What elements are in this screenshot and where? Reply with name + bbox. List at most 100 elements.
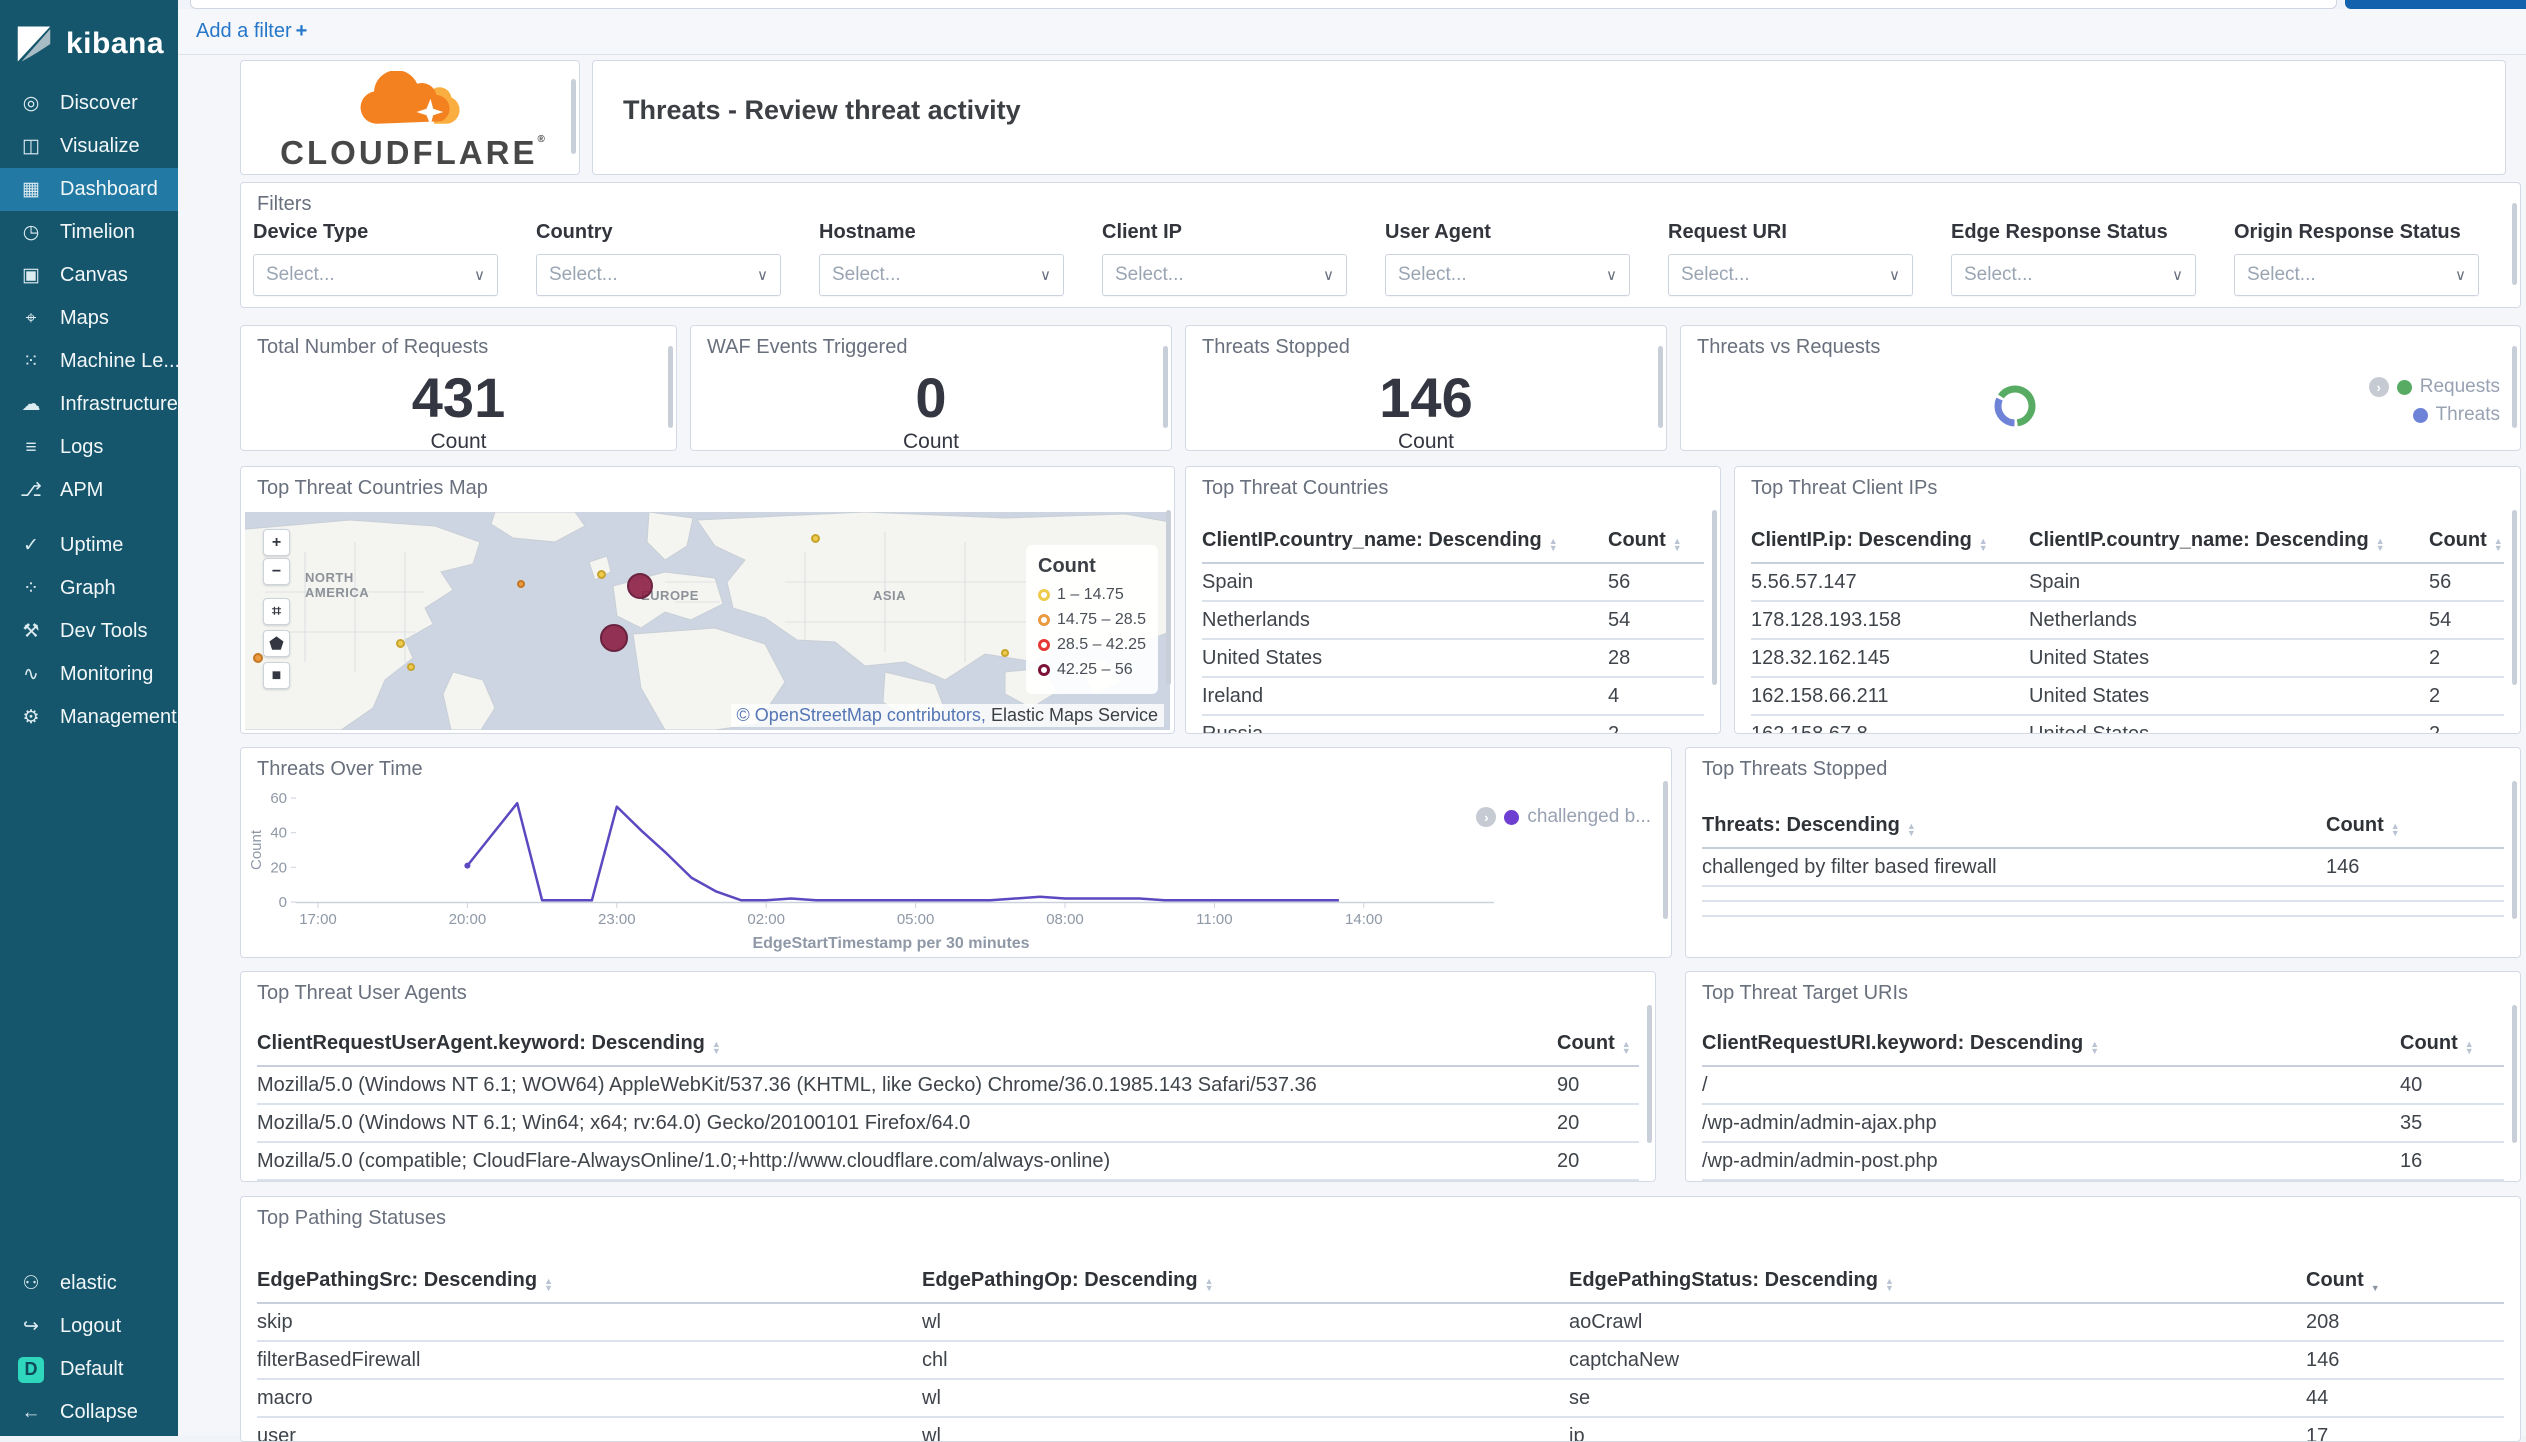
legend-expand-icon[interactable]: ›: [2368, 377, 2389, 397]
scrollbar[interactable]: [2512, 202, 2517, 285]
map-data-point[interactable]: [517, 580, 525, 588]
legend-label[interactable]: Threats: [2436, 404, 2500, 426]
sidebar-item-apm[interactable]: ⎇ APM: [0, 469, 178, 512]
filters-row: Device Type Select... ∨ Country Select... ∨ Ho…: [253, 221, 2517, 296]
map-data-point[interactable]: [407, 663, 415, 671]
sidebar-item-label: elastic: [60, 1272, 117, 1294]
column-header[interactable]: ClientRequestURI.keyword: Descending ▲ ▼: [1702, 1024, 2400, 1067]
map-zoom-out-button[interactable]: −: [263, 558, 290, 585]
filter-label: Origin Response Status: [2234, 221, 2461, 243]
sidebar-item-canvas[interactable]: ▣ Canvas: [0, 254, 178, 297]
table-cell: Spain: [1202, 563, 1608, 602]
sidebar-item-label: Collapse: [60, 1401, 138, 1423]
legend-expand-icon[interactable]: ›: [1476, 807, 1497, 827]
filter-select[interactable]: Select... ∨: [2234, 254, 2479, 296]
filter-label: Client IP: [1102, 221, 1183, 243]
table-row: /40: [1702, 1066, 2504, 1105]
column-header[interactable]: ClientIP.country_name: Descending ▲ ▼: [2029, 521, 2429, 564]
scrollbar[interactable]: [1663, 781, 1668, 920]
column-header[interactable]: EdgePathingOp: Descending ▲ ▼: [922, 1261, 1569, 1304]
map-data-point[interactable]: [627, 573, 653, 599]
column-header[interactable]: Count▲▼: [2306, 1261, 2504, 1304]
column-header[interactable]: Count▲▼: [2326, 806, 2504, 849]
table-cell: /: [1702, 1066, 2400, 1105]
scrollbar[interactable]: [1658, 345, 1663, 428]
scrollbar[interactable]: [1166, 509, 1171, 686]
sidebar-item-dev-tools[interactable]: ⚒ Dev Tools: [0, 610, 178, 653]
legend-label[interactable]: Requests: [2420, 376, 2500, 398]
threats-vs-requests-donut[interactable]: [1987, 378, 2043, 434]
map-crop-tool-button[interactable]: ⌗: [263, 598, 290, 625]
column-header[interactable]: ClientRequestUserAgent.keyword: Descendi…: [257, 1024, 1557, 1067]
column-header[interactable]: ClientIP.ip: Descending ▲ ▼: [1751, 521, 2029, 564]
scrollbar[interactable]: [1712, 509, 1717, 686]
svg-text:60: 60: [270, 790, 287, 807]
scrollbar[interactable]: [1647, 1005, 1652, 1144]
scrollbar[interactable]: [2512, 781, 2517, 920]
sidebar-item-maps[interactable]: ⌖ Maps: [0, 297, 178, 340]
map-data-point[interactable]: [600, 624, 628, 652]
sidebar-item-default[interactable]: D Default: [0, 1348, 178, 1391]
sidebar-item-infrastructure[interactable]: ☁ Infrastructure: [0, 383, 178, 426]
column-header[interactable]: EdgePathingSrc: Descending ▲ ▼: [257, 1261, 922, 1304]
sidebar-item-visualize[interactable]: ◫ Visualize: [0, 125, 178, 168]
map-rect-tool-button[interactable]: ■: [263, 662, 290, 689]
sidebar-item-label: Management: [60, 706, 177, 728]
filter-select[interactable]: Select... ∨: [819, 254, 1064, 296]
legend-label[interactable]: challenged b...: [1527, 806, 1651, 828]
map-data-point[interactable]: [395, 638, 405, 648]
client-ips-title: Top Threat Client IPs: [1751, 477, 1938, 499]
scrollbar[interactable]: [668, 345, 673, 428]
filter-select[interactable]: Select... ∨: [1951, 254, 2196, 296]
sidebar-item-discover[interactable]: ◎ Discover: [0, 82, 178, 125]
sidebar-item-logout[interactable]: ↪ Logout: [0, 1305, 178, 1348]
map-data-point[interactable]: [253, 653, 263, 663]
filter-select[interactable]: Select... ∨: [1102, 254, 1347, 296]
table-row: 5.56.57.147 Spain 56: [1751, 563, 2504, 602]
sidebar-item-logs[interactable]: ≡ Logs: [0, 426, 178, 469]
map-data-point[interactable]: [810, 533, 820, 543]
filters-panel-title: Filters: [257, 193, 312, 215]
table-row: user wl ip 17: [257, 1417, 2504, 1441]
sidebar-item-uptime[interactable]: ✓ Uptime: [0, 524, 178, 567]
map-region-label: ASIA: [873, 588, 907, 603]
filter-select[interactable]: Select... ∨: [253, 254, 498, 296]
sidebar-item-collapse[interactable]: ← Collapse: [0, 1391, 178, 1434]
sidebar-item-monitoring[interactable]: ∿ Monitoring: [0, 653, 178, 696]
scrollbar[interactable]: [2512, 345, 2517, 428]
sidebar-item-graph[interactable]: ⁘ Graph: [0, 567, 178, 610]
map-data-point[interactable]: [1001, 649, 1009, 657]
column-header[interactable]: Count▲▼: [1608, 521, 1704, 564]
scrollbar[interactable]: [571, 79, 576, 154]
column-header[interactable]: EdgePathingStatus: Descending ▲ ▼: [1569, 1261, 2306, 1304]
filter-select[interactable]: Select... ∨: [1668, 254, 1913, 296]
sidebar-item-dashboard[interactable]: ▦ Dashboard: [0, 168, 178, 211]
column-header[interactable]: Count▲▼: [1557, 1024, 1639, 1067]
filter-select[interactable]: Select... ∨: [536, 254, 781, 296]
column-header[interactable]: Count▲▼: [2429, 521, 2504, 564]
filter-select[interactable]: Select... ∨: [1385, 254, 1630, 296]
column-header[interactable]: ClientIP.country_name: Descending ▲ ▼: [1202, 521, 1608, 564]
sidebar-item-machine-le-[interactable]: ⁙ Machine Le...: [0, 340, 180, 383]
add-filter-link[interactable]: Add a filter +: [196, 20, 307, 43]
filter-label: Device Type: [253, 221, 369, 243]
world-map[interactable]: NORTH AMERICA EUROPE ASIA + − ⌗ ⬟ ■ Count …: [245, 512, 1170, 730]
sidebar-item-elastic[interactable]: ⚇ elastic: [0, 1262, 178, 1305]
update-button-remnant[interactable]: [2345, 0, 2526, 9]
discover-icon: ◎: [22, 93, 40, 114]
scrollbar[interactable]: [2512, 509, 2517, 686]
scrollbar[interactable]: [2512, 1005, 2517, 1144]
map-data-point[interactable]: [596, 569, 606, 579]
map-zoom-in-button[interactable]: +: [263, 529, 290, 556]
column-header[interactable]: Threats: Descending ▲ ▼: [1702, 806, 2326, 849]
query-bar-remnant[interactable]: [190, 0, 2337, 9]
column-header[interactable]: Count▲▼: [2400, 1024, 2504, 1067]
sidebar-item-management[interactable]: ⚙ Management: [0, 696, 178, 739]
map-legend-entry: 1 – 14.75: [1038, 586, 1148, 604]
sidebar-item-timelion[interactable]: ◷ Timelion: [0, 211, 178, 254]
map-polygon-tool-button[interactable]: ⬟: [263, 630, 290, 657]
osm-attribution-link[interactable]: © OpenStreetMap contributors,: [737, 705, 986, 725]
threats-over-time-chart[interactable]: 0 20 40 60 17:00 20:00 23:00 02:00 05:00 08:00 11:…: [241, 748, 1672, 958]
scrollbar[interactable]: [1163, 345, 1168, 428]
svg-text:05:00: 05:00: [897, 911, 935, 928]
